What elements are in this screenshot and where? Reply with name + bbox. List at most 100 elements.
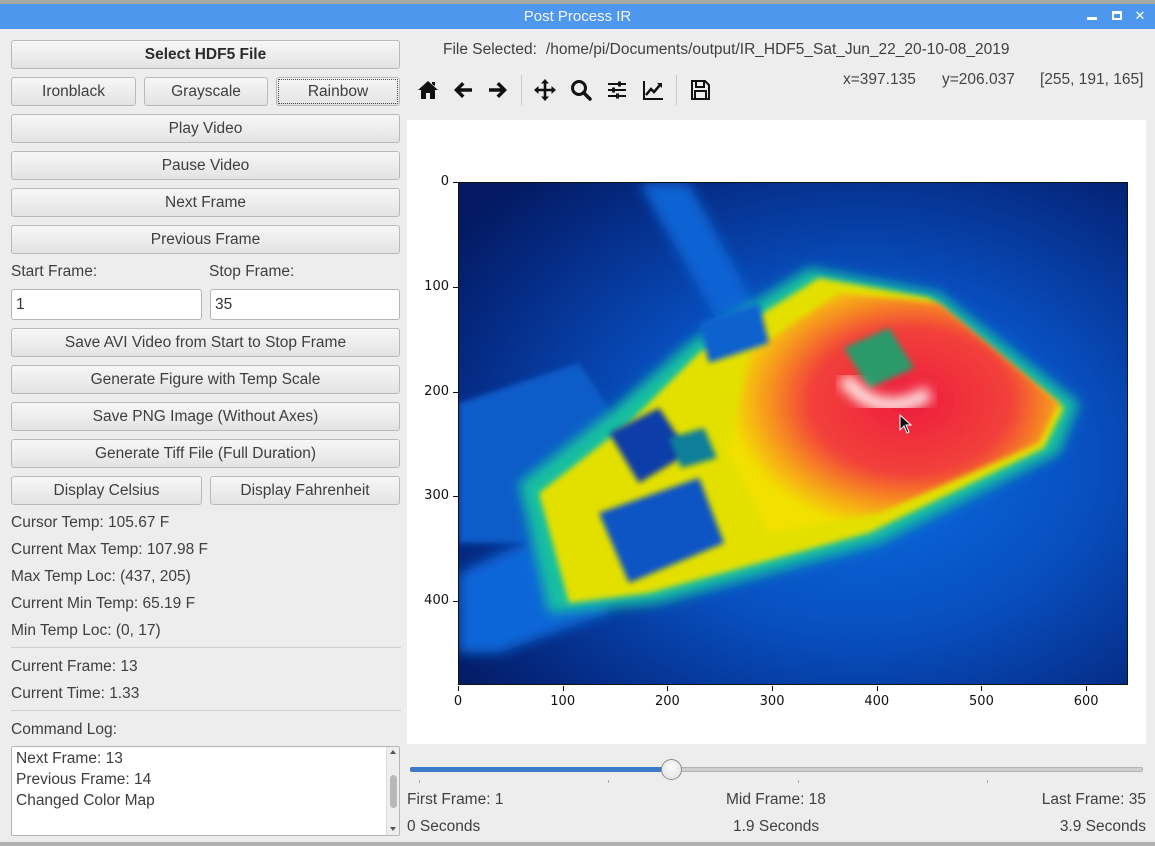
slider-tick xyxy=(798,780,799,783)
stop-frame-input[interactable] xyxy=(210,289,400,320)
file-path: /home/pi/Documents/output/IR_HDF5_Sat_Ju… xyxy=(545,41,1010,58)
min-temp-readout: Current Min Temp: 65.19 F xyxy=(11,595,196,612)
y-tick xyxy=(453,391,458,393)
save-png-image-button[interactable]: Save PNG Image (Without Axes) xyxy=(11,402,400,431)
thermal-image-render xyxy=(459,183,1127,684)
start-frame-input[interactable] xyxy=(11,289,202,320)
log-entry: Previous Frame: 14 xyxy=(16,771,152,788)
x-tick xyxy=(876,686,878,691)
y-tick-label: 400 xyxy=(424,593,449,609)
pan-icon xyxy=(534,79,556,101)
max-temp-readout: Current Max Temp: 107.98 F xyxy=(11,541,208,558)
last-time-label: 3.9 Seconds xyxy=(1059,818,1146,835)
start-frame-label: Start Frame: xyxy=(11,263,98,280)
min-temp-location: Min Temp Loc: (0, 17) xyxy=(11,622,161,639)
x-tick xyxy=(667,686,669,691)
maximize-icon xyxy=(1112,11,1122,20)
ironblack-button[interactable]: Ironblack xyxy=(11,77,136,106)
current-frame-readout: Current Frame: 13 xyxy=(11,658,138,675)
toolbar-separator xyxy=(676,75,677,105)
x-tick-label: 100 xyxy=(550,694,576,709)
maximize-button[interactable] xyxy=(1108,7,1126,25)
x-tick-label: 400 xyxy=(864,694,890,709)
mid-frame-label: Mid Frame: 18 xyxy=(726,791,826,808)
zoom-button[interactable] xyxy=(566,75,596,105)
back-button[interactable] xyxy=(448,75,478,105)
main-window: Select HDF5 File Ironblack Grayscale Rai… xyxy=(0,29,1155,842)
scroll-up-icon[interactable] xyxy=(390,750,396,754)
frame-slider[interactable] xyxy=(410,759,1143,780)
forward-button[interactable] xyxy=(483,75,513,105)
display-celsius-button[interactable]: Display Celsius xyxy=(11,476,202,505)
pause-video-button[interactable]: Pause Video xyxy=(11,151,400,180)
scrollbar-thumb[interactable] xyxy=(390,775,397,808)
forward-arrow-icon xyxy=(489,82,507,98)
close-icon: ✕ xyxy=(1134,8,1146,23)
play-video-button[interactable]: Play Video xyxy=(11,114,400,143)
mouse-cursor-icon xyxy=(899,414,913,434)
generate-figure-button[interactable]: Generate Figure with Temp Scale xyxy=(11,365,400,394)
x-tick-label: 500 xyxy=(969,694,994,709)
y-tick-label: 300 xyxy=(424,488,449,504)
x-tick-label: 0 xyxy=(453,694,463,709)
slider-handle[interactable] xyxy=(661,759,683,780)
save-figure-button[interactable] xyxy=(685,75,715,105)
plot-canvas[interactable]: 0 100 200 300 400 500 600 0 100 200 300 400 xyxy=(407,120,1146,744)
scroll-down-icon[interactable] xyxy=(390,827,396,831)
close-button[interactable]: ✕ xyxy=(1131,7,1149,25)
first-frame-label: First Frame: 1 xyxy=(407,791,504,808)
window-title: Post Process IR xyxy=(523,8,632,25)
rainbow-button[interactable]: Rainbow xyxy=(276,77,400,106)
y-tick xyxy=(453,286,458,288)
x-tick-label: 600 xyxy=(1073,694,1099,709)
next-frame-button[interactable]: Next Frame xyxy=(11,188,400,217)
y-tick-label: 0 xyxy=(440,174,449,189)
edit-axes-button[interactable] xyxy=(638,75,668,105)
select-hdf5-file-button[interactable]: Select HDF5 File xyxy=(11,40,400,69)
current-time-readout: Current Time: 1.33 xyxy=(11,685,140,702)
cursor-y-readout: y=206.037 xyxy=(942,71,1015,88)
x-tick xyxy=(772,686,774,691)
cursor-x-readout: x=397.135 xyxy=(843,71,916,88)
file-selected-label: File Selected: xyxy=(443,41,537,58)
save-avi-video-button[interactable]: Save AVI Video from Start to Stop Frame xyxy=(11,328,400,357)
divider xyxy=(11,710,401,711)
file-selected: File Selected: /home/pi/Documents/output/… xyxy=(443,41,1010,59)
slider-tick xyxy=(419,780,420,783)
log-entry: Next Frame: 13 xyxy=(16,750,123,767)
title-bar: Post Process IR ✕ xyxy=(0,4,1155,29)
mid-time-label: 1.9 Seconds xyxy=(733,818,820,835)
thermal-image[interactable] xyxy=(458,182,1128,685)
first-time-label: 0 Seconds xyxy=(407,818,481,835)
minimize-icon xyxy=(1087,17,1097,20)
display-fahrenheit-button[interactable]: Display Fahrenheit xyxy=(210,476,400,505)
toolbar-separator xyxy=(521,75,522,105)
y-tick xyxy=(453,601,458,603)
axes-edit-icon xyxy=(643,81,663,100)
back-arrow-icon xyxy=(454,82,472,98)
subplots-button[interactable] xyxy=(602,75,632,105)
y-tick-label: 100 xyxy=(424,278,449,294)
command-log-label: Command Log: xyxy=(11,721,117,738)
x-tick xyxy=(458,686,459,691)
previous-frame-button[interactable]: Previous Frame xyxy=(11,225,400,254)
y-tick xyxy=(453,182,458,183)
stop-frame-label: Stop Frame: xyxy=(209,263,295,280)
last-frame-label: Last Frame: 35 xyxy=(1041,791,1146,808)
grayscale-button[interactable]: Grayscale xyxy=(144,77,268,106)
x-tick xyxy=(1086,686,1088,691)
x-tick-label: 300 xyxy=(759,694,785,709)
divider xyxy=(11,647,401,648)
slider-fill xyxy=(410,767,672,772)
cursor-temp-readout: Cursor Temp: 105.67 F xyxy=(11,514,170,531)
desktop-strip xyxy=(0,842,1155,846)
home-icon xyxy=(418,81,438,99)
x-tick xyxy=(981,686,983,691)
minimize-button[interactable] xyxy=(1083,7,1101,25)
log-scrollbar[interactable] xyxy=(386,747,399,835)
generate-tiff-button[interactable]: Generate Tiff File (Full Duration) xyxy=(11,439,400,468)
home-button[interactable] xyxy=(413,75,443,105)
max-temp-location: Max Temp Loc: (437, 205) xyxy=(11,568,191,585)
pan-button[interactable] xyxy=(530,75,560,105)
command-log[interactable]: Next Frame: 13 Previous Frame: 14 Change… xyxy=(11,746,400,836)
